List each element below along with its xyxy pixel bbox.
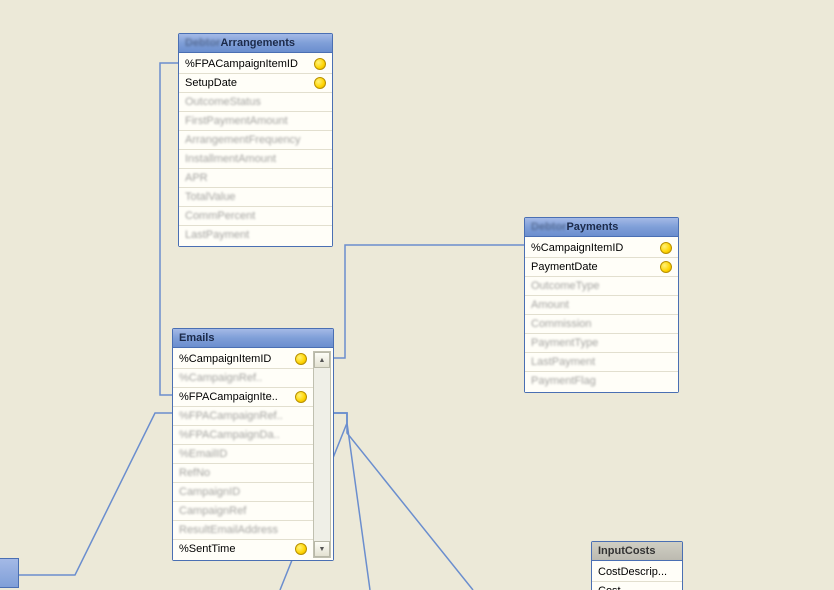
field-label: TotalValue bbox=[185, 191, 326, 203]
diagram-canvas[interactable]: DebtorArrangements %FPACampaignItemIDSet… bbox=[0, 0, 834, 590]
field-row[interactable]: ResultEmailAddress bbox=[173, 521, 313, 540]
scrollbar[interactable]: ▲ ▼ bbox=[313, 351, 331, 558]
key-indicator-icon bbox=[660, 242, 672, 254]
table-title[interactable]: Emails bbox=[173, 329, 333, 348]
field-row[interactable]: CostDescrip... bbox=[592, 563, 682, 582]
field-row[interactable]: %FPACampaignRef.. bbox=[173, 407, 313, 426]
field-label: %CampaignRef.. bbox=[179, 372, 307, 384]
field-list: %CampaignItemID %CampaignRef.. %FPACampaig… bbox=[173, 348, 333, 560]
field-row[interactable]: %FPACampaignItemID bbox=[179, 55, 332, 74]
field-label: PaymentDate bbox=[531, 261, 656, 273]
field-label: InstallmentAmount bbox=[185, 153, 326, 165]
field-row[interactable]: %FPACampaignDa.. bbox=[173, 426, 313, 445]
field-label: %FPACampaignRef.. bbox=[179, 410, 307, 422]
field-row[interactable]: Commission bbox=[525, 315, 678, 334]
field-label: ArrangementFrequency bbox=[185, 134, 326, 146]
field-label: OutcomeType bbox=[531, 280, 672, 292]
field-label: Amount bbox=[531, 299, 672, 311]
field-row[interactable]: LastPayment bbox=[179, 226, 332, 244]
field-label: %CampaignItemID bbox=[531, 242, 656, 254]
title-prefix: Debtor bbox=[185, 37, 220, 49]
table-emails[interactable]: Emails %CampaignItemID %CampaignRef.. %FPA… bbox=[172, 328, 334, 561]
table-inputcosts[interactable]: InputCosts CostDescrip... Cost bbox=[591, 541, 683, 590]
field-label: Cost bbox=[598, 585, 676, 590]
field-label: CostDescrip... bbox=[598, 566, 676, 578]
field-row[interactable]: RefNo bbox=[173, 464, 313, 483]
connector bbox=[333, 413, 370, 590]
field-row[interactable]: %FPACampaignIte.. bbox=[173, 388, 313, 407]
title-text: InputCosts bbox=[598, 545, 655, 557]
table-payments[interactable]: DebtorPayments %CampaignItemID PaymentDat… bbox=[524, 217, 679, 393]
field-row[interactable]: PaymentFlag bbox=[525, 372, 678, 390]
field-list: CostDescrip... Cost bbox=[592, 561, 682, 590]
connector bbox=[18, 413, 172, 575]
field-row[interactable]: PaymentDate bbox=[525, 258, 678, 277]
field-row[interactable]: OutcomeStatus bbox=[179, 93, 332, 112]
field-label: %FPACampaignItemID bbox=[185, 58, 310, 70]
key-indicator-icon bbox=[295, 543, 307, 555]
field-label: OutcomeStatus bbox=[185, 96, 326, 108]
key-indicator-icon bbox=[295, 391, 307, 403]
field-row[interactable]: LastPayment bbox=[525, 353, 678, 372]
field-label: SetupDate bbox=[185, 77, 310, 89]
field-row[interactable]: Cost bbox=[592, 582, 682, 590]
connector-layer bbox=[0, 0, 834, 590]
scroll-up-button[interactable]: ▲ bbox=[314, 352, 330, 368]
title-text: Arrangements bbox=[220, 37, 295, 49]
field-row[interactable]: %SentTime bbox=[173, 540, 313, 558]
field-label: %FPACampaignDa.. bbox=[179, 429, 307, 441]
connector bbox=[333, 413, 473, 590]
field-row[interactable]: %CampaignItemID bbox=[525, 239, 678, 258]
field-row[interactable]: %CampaignRef.. bbox=[173, 369, 313, 388]
field-row[interactable]: FirstPaymentAmount bbox=[179, 112, 332, 131]
field-row[interactable]: SetupDate bbox=[179, 74, 332, 93]
field-row[interactable]: CommPercent bbox=[179, 207, 332, 226]
field-label: %CampaignItemID bbox=[179, 353, 291, 365]
field-row[interactable]: CampaignRef bbox=[173, 502, 313, 521]
table-offscreen-sliver[interactable] bbox=[0, 558, 19, 588]
field-row[interactable]: Amount bbox=[525, 296, 678, 315]
field-row[interactable]: APR bbox=[179, 169, 332, 188]
field-label: LastPayment bbox=[531, 356, 672, 368]
field-label: LastPayment bbox=[185, 229, 326, 241]
field-row[interactable]: TotalValue bbox=[179, 188, 332, 207]
field-label: APR bbox=[185, 172, 326, 184]
field-label: CommPercent bbox=[185, 210, 326, 222]
field-label: PaymentType bbox=[531, 337, 672, 349]
field-row[interactable]: %CampaignItemID bbox=[173, 350, 313, 369]
key-indicator-icon bbox=[660, 261, 672, 273]
field-label: %EmailID bbox=[179, 448, 307, 460]
table-title[interactable]: DebtorArrangements bbox=[179, 34, 332, 53]
field-label: FirstPaymentAmount bbox=[185, 115, 326, 127]
field-label: CampaignID bbox=[179, 486, 307, 498]
field-row[interactable]: %EmailID bbox=[173, 445, 313, 464]
field-label: Commission bbox=[531, 318, 672, 330]
field-label: PaymentFlag bbox=[531, 375, 672, 387]
key-indicator-icon bbox=[314, 77, 326, 89]
field-row[interactable]: OutcomeType bbox=[525, 277, 678, 296]
field-list: %FPACampaignItemID SetupDate OutcomeStatus… bbox=[179, 53, 332, 246]
field-row[interactable]: PaymentType bbox=[525, 334, 678, 353]
title-text: Emails bbox=[179, 332, 214, 344]
field-label: RefNo bbox=[179, 467, 307, 479]
field-label: %SentTime bbox=[179, 543, 291, 555]
field-label: %FPACampaignIte.. bbox=[179, 391, 291, 403]
field-row[interactable]: InstallmentAmount bbox=[179, 150, 332, 169]
field-label: CampaignRef bbox=[179, 505, 307, 517]
title-text: Payments bbox=[566, 221, 618, 233]
key-indicator-icon bbox=[314, 58, 326, 70]
connector bbox=[333, 245, 524, 358]
table-title[interactable]: InputCosts bbox=[592, 542, 682, 561]
field-row[interactable]: ArrangementFrequency bbox=[179, 131, 332, 150]
title-prefix: Debtor bbox=[531, 221, 566, 233]
scroll-down-button[interactable]: ▼ bbox=[314, 541, 330, 557]
table-arrangements[interactable]: DebtorArrangements %FPACampaignItemID Set… bbox=[178, 33, 333, 247]
table-title[interactable]: DebtorPayments bbox=[525, 218, 678, 237]
field-row[interactable]: CampaignID bbox=[173, 483, 313, 502]
key-indicator-icon bbox=[295, 353, 307, 365]
field-label: ResultEmailAddress bbox=[179, 524, 307, 536]
field-list: %CampaignItemID PaymentDate OutcomeType Amo… bbox=[525, 237, 678, 392]
